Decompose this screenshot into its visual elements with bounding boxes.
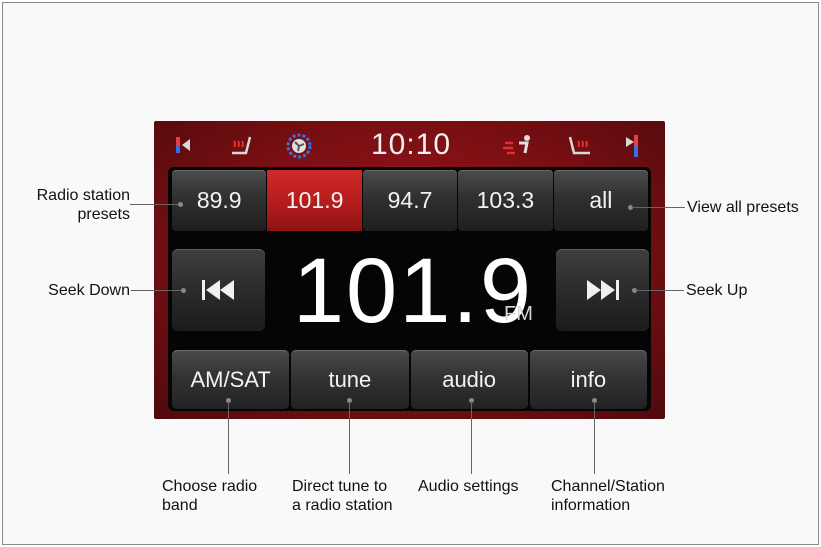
right-arrow-icon[interactable] (624, 133, 642, 157)
bottom-button-bar: AM/SAT tune audio info (172, 350, 649, 409)
clock: 10:10 (370, 128, 452, 161)
callout-line-audio (471, 402, 472, 474)
callout-line-view-all (632, 207, 685, 208)
preset-button-4[interactable]: 103.3 (458, 170, 553, 231)
callout-dot-seek-down (181, 288, 186, 293)
callout-line-presets (130, 204, 180, 205)
callout-label-audio: Audio settings (418, 478, 519, 495)
callout-line-seek-down (131, 290, 183, 291)
climate-status-bar: 10:10 (154, 121, 665, 167)
radio-screen: 10:10 89.9 101.9 94.7 103.3 all 101.9 FM… (154, 121, 665, 419)
preset-button-2[interactable]: 101.9 (267, 170, 362, 231)
callout-label-info: Channel/Station information (551, 478, 665, 514)
heated-seat-left-icon[interactable] (226, 133, 256, 157)
fan-icon[interactable] (284, 133, 314, 159)
callout-line-info (594, 402, 595, 474)
preset-bar: 89.9 101.9 94.7 103.3 all (172, 170, 649, 231)
callout-line-band (228, 402, 229, 474)
band-label: FM (504, 303, 533, 325)
callout-label-seek-down: Seek Down (48, 282, 130, 299)
callout-line-tune (349, 402, 350, 474)
callout-label-presets: Radio station presets (36, 187, 130, 223)
view-all-presets-button[interactable]: all (553, 170, 649, 231)
callout-line-seek-up (636, 290, 684, 291)
left-arrow-icon[interactable] (174, 133, 192, 157)
info-button[interactable]: info (529, 350, 647, 409)
preset-button-3[interactable]: 94.7 (362, 170, 458, 231)
callout-label-seek-up: Seek Up (686, 282, 748, 299)
callout-label-band: Choose radio band (162, 478, 258, 514)
callout-dot-presets (178, 202, 183, 207)
callout-label-tune: Direct tune to a radio station (292, 478, 393, 514)
airflow-icon[interactable] (501, 133, 535, 157)
heated-seat-right-icon[interactable] (566, 133, 596, 157)
preset-button-1[interactable]: 89.9 (172, 170, 267, 231)
callout-label-view-all: View all presets (687, 199, 799, 216)
